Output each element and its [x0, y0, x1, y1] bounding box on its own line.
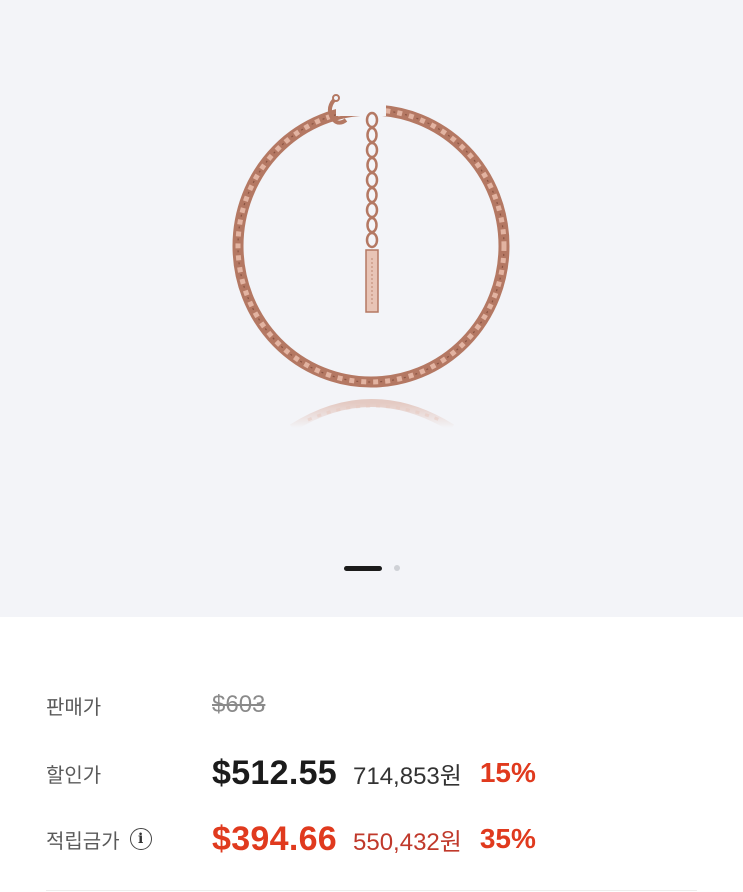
pagination-dot-active[interactable] [343, 565, 382, 571]
original-price: $603 [212, 691, 266, 718]
reward-price-label: 적립금가 [46, 828, 120, 853]
product-image [232, 94, 510, 432]
info-icon[interactable]: i [129, 828, 152, 850]
reward-price: $394.66 [212, 819, 338, 858]
sale-price-row: 판매가 $603 [46, 687, 723, 723]
reward-price-krw: 550,432원 [353, 828, 462, 856]
price-info: 판매가 $603 할인가 $512.55 714,853원 15% 적립금가 i… [0, 617, 743, 892]
reward-price-label-group: 적립금가 i [46, 825, 212, 854]
pagination-dot[interactable] [393, 565, 400, 571]
discount-price-label: 할인가 [46, 762, 102, 787]
sale-price-label: 판매가 [46, 694, 102, 719]
gallery-pagination [0, 564, 743, 572]
discount-price: $512.55 [212, 753, 338, 792]
reward-price-row: 적립금가 i $394.66 550,432원 35% [46, 817, 723, 861]
discount-percent: 15% [479, 757, 536, 788]
divider [46, 890, 697, 891]
reward-percent: 35% [479, 823, 536, 854]
discount-price-krw: 714,853원 [353, 762, 462, 790]
discount-price-row: 할인가 $512.55 714,853원 15% [46, 751, 723, 795]
product-image-gallery[interactable] [0, 0, 743, 617]
